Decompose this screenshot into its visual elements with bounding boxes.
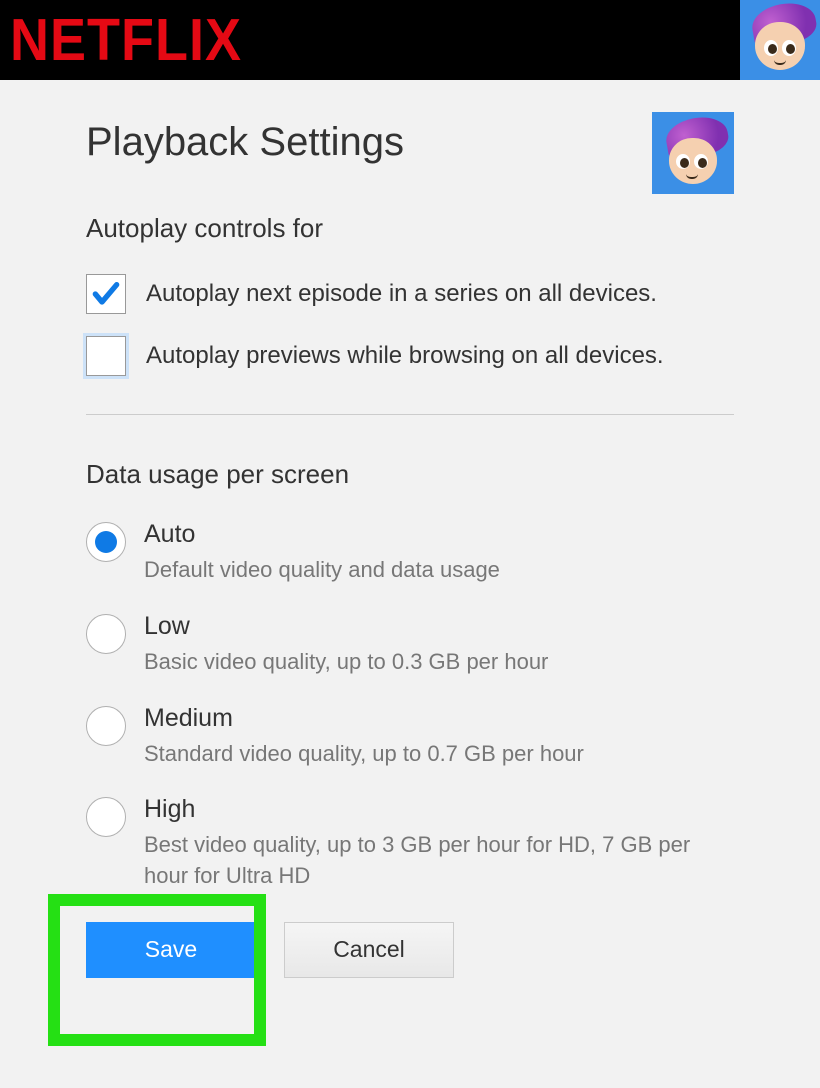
data-usage-high-desc: Best video quality, up to 3 GB per hour … xyxy=(144,830,734,892)
autoplay-previews-checkbox[interactable] xyxy=(86,336,126,376)
autoplay-next-episode-row: Autoplay next episode in a series on all… xyxy=(86,274,734,314)
data-usage-medium-desc: Standard video quality, up to 0.7 GB per… xyxy=(144,739,734,770)
autoplay-next-episode-checkbox[interactable] xyxy=(86,274,126,314)
data-usage-medium-radio[interactable] xyxy=(86,706,126,746)
data-usage-low-row: Low Basic video quality, up to 0.3 GB pe… xyxy=(86,612,734,678)
button-row: Save Cancel xyxy=(86,922,734,978)
page-title: Playback Settings xyxy=(86,120,404,165)
data-usage-section-title: Data usage per screen xyxy=(86,459,734,490)
data-usage-high-radio[interactable] xyxy=(86,797,126,837)
netflix-logo[interactable]: NETFLIX xyxy=(10,6,242,74)
top-bar: NETFLIX xyxy=(0,0,820,80)
data-usage-medium-row: Medium Standard video quality, up to 0.7… xyxy=(86,704,734,770)
data-usage-auto-label: Auto xyxy=(144,520,734,549)
data-usage-low-desc: Basic video quality, up to 0.3 GB per ho… xyxy=(144,647,734,678)
data-usage-high-row: High Best video quality, up to 3 GB per … xyxy=(86,795,734,892)
autoplay-previews-label: Autoplay previews while browsing on all … xyxy=(146,342,664,370)
data-usage-auto-row: Auto Default video quality and data usag… xyxy=(86,520,734,586)
data-usage-low-radio[interactable] xyxy=(86,614,126,654)
autoplay-previews-row: Autoplay previews while browsing on all … xyxy=(86,336,734,376)
data-usage-auto-desc: Default video quality and data usage xyxy=(144,555,734,586)
divider xyxy=(86,414,734,415)
profile-avatar-icon xyxy=(652,112,734,194)
autoplay-section-title: Autoplay controls for xyxy=(86,213,734,244)
checkmark-icon xyxy=(90,278,122,310)
data-usage-medium-label: Medium xyxy=(144,704,734,733)
save-button[interactable]: Save xyxy=(86,922,256,978)
main-content: Playback Settings Autoplay controls for … xyxy=(0,80,820,1088)
profile-avatar-top[interactable] xyxy=(740,0,820,80)
data-usage-high-label: High xyxy=(144,795,734,824)
data-usage-auto-radio[interactable] xyxy=(86,522,126,562)
cancel-button[interactable]: Cancel xyxy=(284,922,454,978)
data-usage-low-label: Low xyxy=(144,612,734,641)
autoplay-next-episode-label: Autoplay next episode in a series on all… xyxy=(146,280,657,308)
